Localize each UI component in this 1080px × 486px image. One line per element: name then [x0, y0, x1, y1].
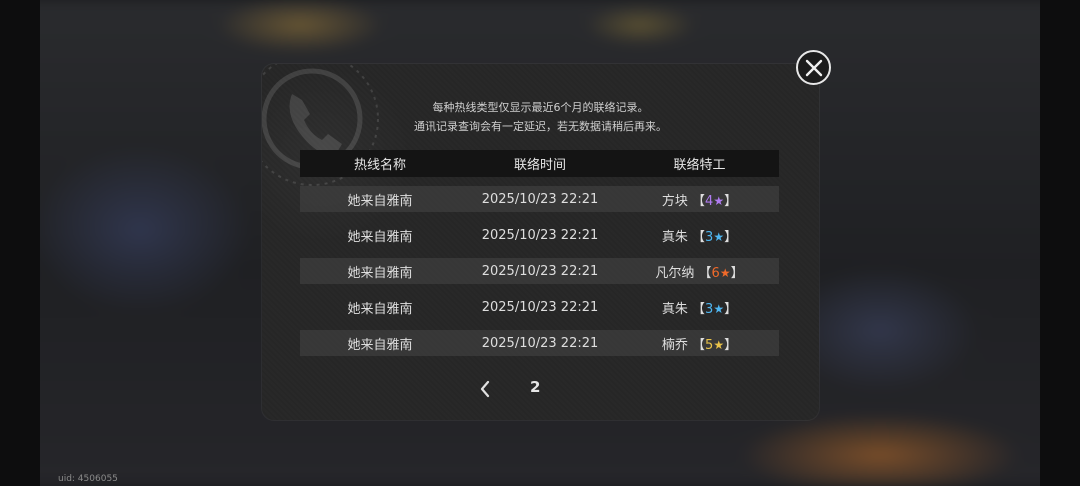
header-hotline-name: 热线名称 [353, 158, 406, 173]
current-page-number: 2 [530, 378, 541, 396]
uid-label: uid: 4506055 [58, 474, 118, 484]
star-icon: ★ [713, 229, 725, 244]
agent-cell: 凡尔纳 【6★】 [655, 265, 744, 281]
contact-time-cell: 2025/10/23 22:21 [481, 299, 599, 315]
agent-name: 真朱 [661, 229, 688, 245]
star-icon: ★ [713, 337, 725, 352]
agent-cell: 真朱 【3★】 [661, 229, 738, 245]
agent-name: 楠乔 [661, 337, 688, 353]
contact-records-dialog: 每种热线类型仅显示最近6个月的联络记录。 通讯记录查询会有一定延迟，若无数据请稍… [262, 64, 819, 420]
table-row: 她来自雅南 2025/10/23 22:21 真朱 【3★】 [300, 222, 779, 248]
agent-name: 真朱 [661, 301, 688, 317]
contact-time-cell: 2025/10/23 22:21 [481, 335, 599, 351]
contact-time-cell: 2025/10/23 22:21 [481, 263, 599, 279]
hotline-name-cell: 她来自雅南 [347, 229, 413, 245]
agent-name: 凡尔纳 [655, 265, 695, 281]
hotline-name-cell: 她来自雅南 [347, 193, 413, 209]
star-icon: ★ [713, 301, 725, 316]
header-agent: 联络特工 [673, 158, 726, 173]
hotline-name-cell: 她来自雅南 [347, 301, 413, 317]
notice-line-2: 通讯记录查询会有一定延迟，若无数据请稍后再来。 [414, 120, 667, 133]
close-button[interactable] [796, 50, 831, 85]
hotline-name-cell: 她来自雅南 [347, 265, 413, 281]
table-header: 热线名称 联络时间 联络特工 [300, 150, 779, 177]
table-row: 她来自雅南 2025/10/23 22:21 真朱 【3★】 [300, 294, 779, 320]
close-icon [805, 59, 822, 76]
table-row: 她来自雅南 2025/10/23 22:21 凡尔纳 【6★】 [300, 258, 779, 284]
star-icon: ★ [719, 265, 731, 280]
agent-cell: 方块 【4★】 [661, 193, 738, 209]
notice-line-1: 每种热线类型仅显示最近6个月的联络记录。 [432, 101, 649, 114]
table-row: 她来自雅南 2025/10/23 22:21 方块 【4★】 [300, 186, 779, 212]
agent-rank: 6 [711, 265, 720, 281]
table-row: 她来自雅南 2025/10/23 22:21 楠乔 【5★】 [300, 330, 779, 356]
header-contact-time: 联络时间 [513, 158, 566, 173]
chevron-left-icon [480, 380, 490, 398]
left-letterbox [0, 0, 40, 486]
contact-time-cell: 2025/10/23 22:21 [481, 227, 599, 243]
agent-cell: 真朱 【3★】 [661, 301, 738, 317]
hotline-name-cell: 她来自雅南 [347, 337, 413, 353]
right-letterbox [1040, 0, 1080, 486]
agent-cell: 楠乔 【5★】 [661, 337, 738, 353]
notice-text: 每种热线类型仅显示最近6个月的联络记录。 通讯记录查询会有一定延迟，若无数据请稍… [262, 98, 819, 136]
star-icon: ★ [713, 193, 725, 208]
prev-page-button[interactable] [475, 377, 495, 401]
contact-time-cell: 2025/10/23 22:21 [481, 191, 599, 207]
agent-name: 方块 [661, 193, 688, 209]
